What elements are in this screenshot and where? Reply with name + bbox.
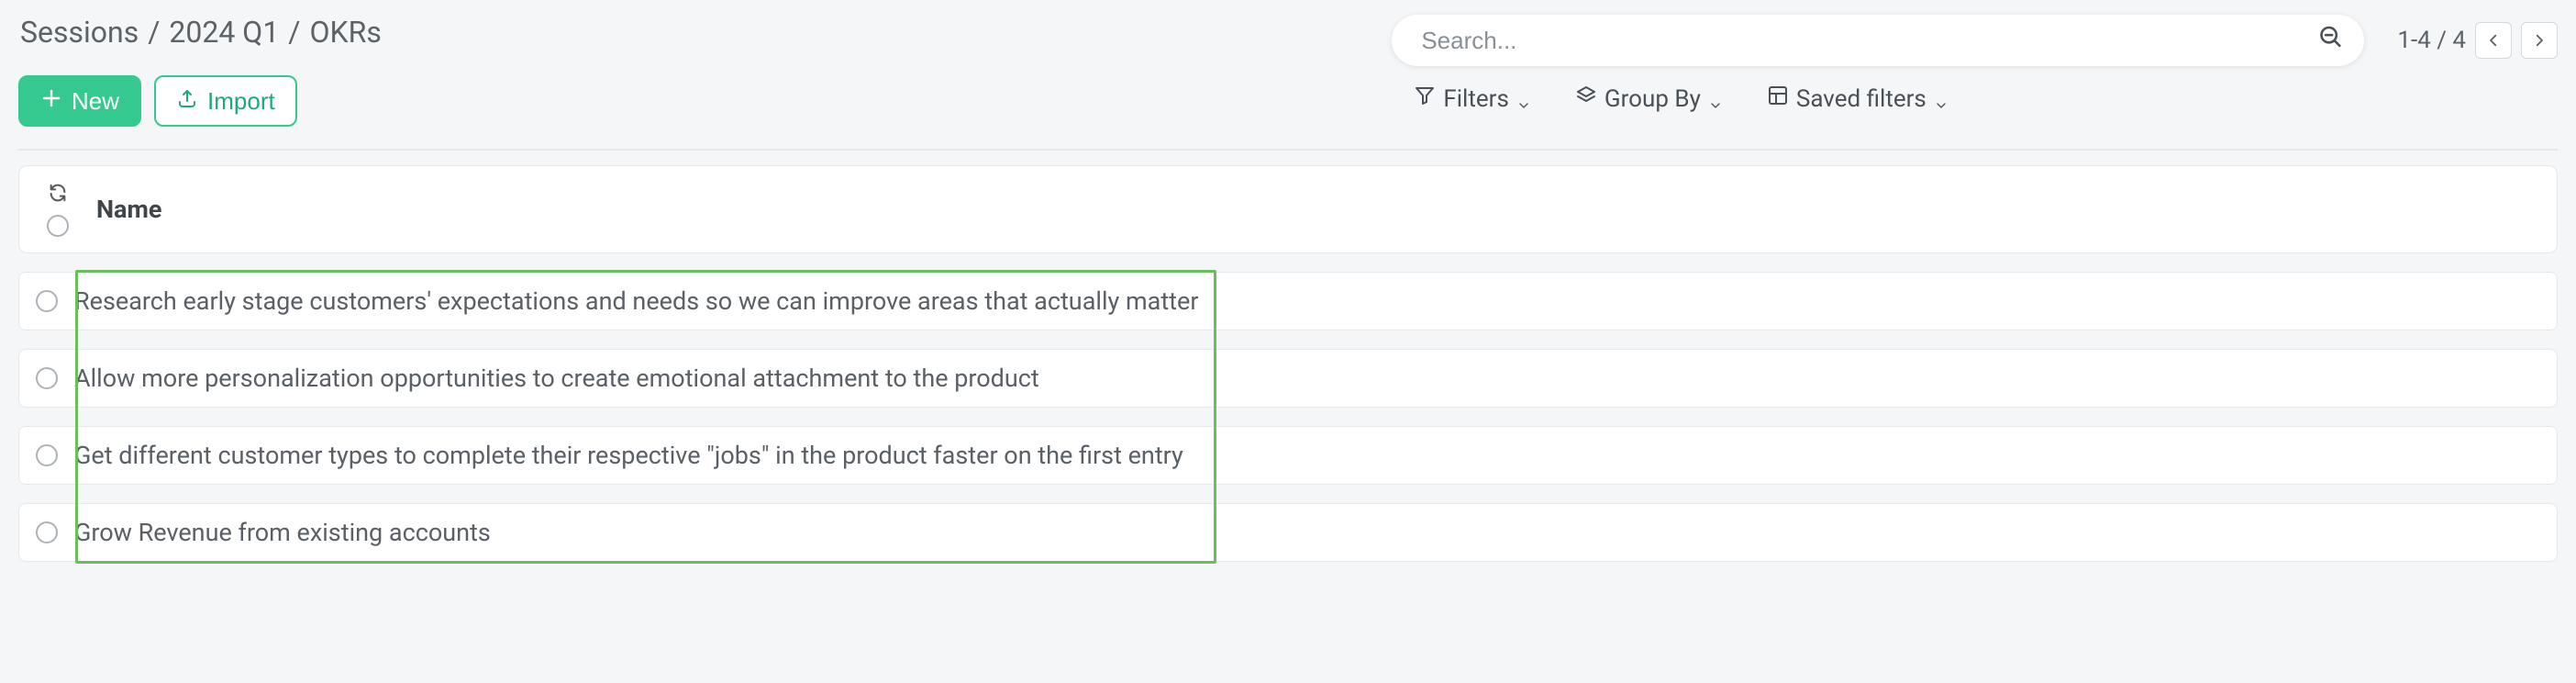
row-name: Allow more personalization opportunities… [74, 364, 1039, 393]
chevron-down-icon [1934, 92, 1949, 106]
breadcrumb-2024-q1[interactable]: 2024 Q1 [169, 15, 279, 50]
row-name: Research early stage customers' expectat… [74, 286, 1198, 316]
filters-dropdown[interactable]: Filters [1414, 84, 1531, 113]
row-checkbox[interactable] [36, 444, 58, 466]
zoom-out-icon[interactable] [2318, 25, 2344, 57]
plus-icon [40, 87, 62, 116]
row-checkbox[interactable] [36, 521, 58, 543]
funnel-icon [1414, 84, 1436, 113]
breadcrumb-okrs[interactable]: OKRs [310, 15, 382, 50]
breadcrumb-separator: / [148, 15, 160, 50]
search-field[interactable] [1392, 15, 2364, 66]
breadcrumb: Sessions / 2024 Q1 / OKRs [18, 15, 1370, 50]
new-button-label: New [72, 87, 119, 116]
filters-label: Filters [1443, 85, 1509, 113]
chevron-down-icon [1708, 92, 1723, 106]
pager-prev-button[interactable] [2475, 22, 2512, 59]
row-checkbox[interactable] [36, 367, 58, 389]
dashboard-icon [1767, 84, 1789, 113]
row-name: Grow Revenue from existing accounts [74, 518, 491, 547]
layers-icon [1575, 84, 1597, 113]
new-button[interactable]: New [18, 75, 141, 127]
column-name-header[interactable]: Name [80, 195, 161, 224]
select-all-checkbox[interactable] [47, 215, 69, 237]
saved-filters-dropdown[interactable]: Saved filters [1767, 84, 1949, 113]
table-row[interactable]: Get different customer types to complete… [18, 426, 2558, 485]
breadcrumb-sessions[interactable]: Sessions [20, 15, 139, 50]
groupby-dropdown[interactable]: Group By [1575, 84, 1723, 113]
import-button-label: Import [207, 87, 275, 116]
pager-next-button[interactable] [2521, 22, 2558, 59]
table-row[interactable]: Grow Revenue from existing accounts [18, 503, 2558, 562]
pager: 1-4 / 4 [2397, 22, 2558, 59]
row-checkbox[interactable] [36, 290, 58, 312]
upload-icon [176, 87, 198, 116]
divider [18, 149, 2558, 151]
import-button[interactable]: Import [154, 75, 297, 127]
groupby-label: Group By [1604, 85, 1701, 113]
saved-filters-label: Saved filters [1796, 85, 1926, 113]
table-row[interactable]: Research early stage customers' expectat… [18, 272, 2558, 330]
search-input[interactable] [1392, 15, 2364, 66]
breadcrumb-separator: / [288, 15, 300, 50]
list-header: Name [18, 165, 2558, 253]
pager-label: 1-4 / 4 [2397, 27, 2466, 54]
chevron-down-icon [1516, 92, 1531, 106]
refresh-icon[interactable] [48, 182, 68, 209]
row-name: Get different customer types to complete… [74, 441, 1183, 470]
table-row[interactable]: Allow more personalization opportunities… [18, 349, 2558, 408]
